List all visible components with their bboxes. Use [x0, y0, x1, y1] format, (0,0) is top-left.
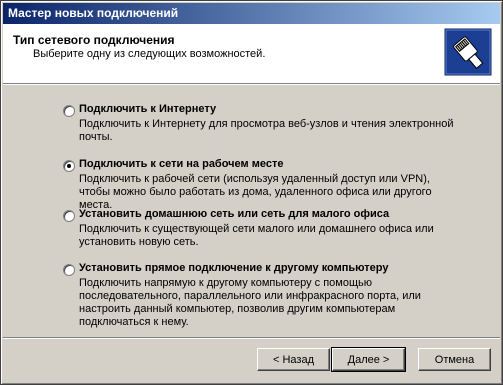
option-description: Подключить напрямую к другому компьютеру…: [79, 277, 421, 328]
option-label: Установить домашнюю сеть или сеть для ма…: [79, 208, 390, 220]
radio-workplace[interactable]: [63, 160, 75, 172]
radio-internet[interactable]: [63, 105, 75, 117]
back-button[interactable]: < Назад: [257, 348, 330, 371]
option-description: Подключить к рабочей сети (используя уда…: [79, 173, 432, 211]
page-subtitle: Выберите одну из следующих возможностей.: [33, 48, 266, 60]
next-button[interactable]: Далее >: [331, 347, 406, 372]
radio-home-network[interactable]: [63, 210, 75, 222]
radio-direct-connection[interactable]: [63, 264, 75, 276]
option-label: Установить прямое подключение к другому …: [79, 262, 389, 274]
option-label: Подключить к Интернету: [79, 103, 217, 115]
title-bar[interactable]: Мастер новых подключений: [3, 3, 500, 24]
network-cable-icon: [444, 28, 492, 76]
wizard-header: Тип сетевого подключения Выберите одну и…: [3, 24, 500, 84]
option-description: Подключить к существующей сети малого ил…: [79, 223, 434, 248]
page-title: Тип сетевого подключения: [13, 33, 175, 47]
window-title: Мастер новых подключений: [8, 6, 179, 20]
option-description: Подключить к Интернету для просмотра веб…: [79, 118, 454, 143]
option-label: Подключить к сети на рабочем месте: [79, 158, 284, 170]
wizard-window: Мастер новых подключений Тип сетевого по…: [0, 0, 503, 385]
cancel-button[interactable]: Отмена: [418, 348, 491, 371]
